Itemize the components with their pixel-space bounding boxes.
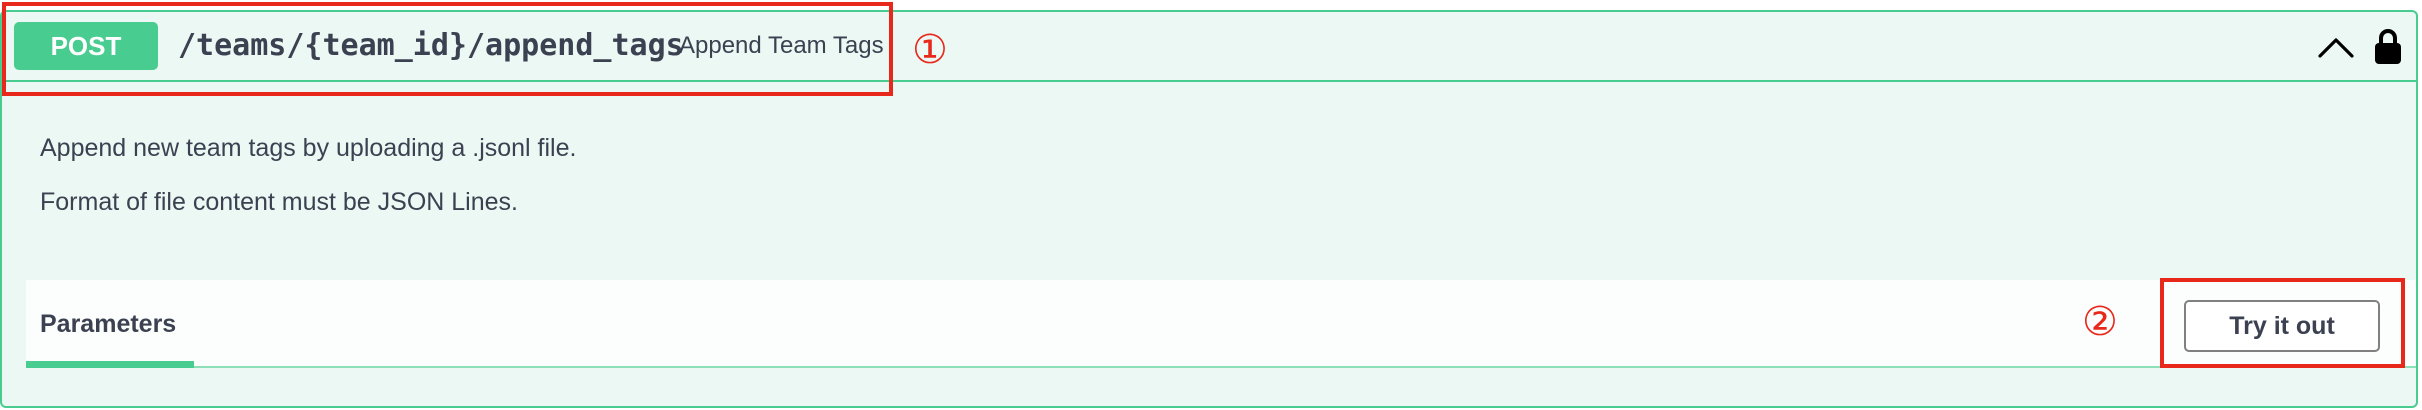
operation-summary-text: Append Team Tags [679, 32, 884, 59]
parameters-section-header: Parameters Try it out [26, 280, 2416, 368]
tab-parameters[interactable]: Parameters [40, 280, 176, 368]
annotation-marker-1: ① [912, 27, 948, 73]
annotation-marker-2: ② [2082, 299, 2118, 345]
operation-description: Append new team tags by uploading a .jso… [40, 130, 576, 220]
description-line: Append new team tags by uploading a .jso… [40, 134, 577, 162]
method-badge: POST [14, 22, 158, 70]
chevron-up-icon[interactable] [2316, 28, 2356, 68]
endpoint-path: /teams/{team_id}/append_tags [178, 28, 684, 63]
try-it-out-button[interactable]: Try it out [2184, 300, 2380, 352]
operation-summary[interactable]: POST /teams/{team_id}/append_tags Append… [2, 12, 2416, 82]
active-tab-indicator [26, 361, 194, 368]
lock-icon[interactable] [2372, 26, 2404, 66]
operation-block: POST /teams/{team_id}/append_tags Append… [0, 10, 2418, 408]
tab-parameters-label: Parameters [40, 310, 177, 338]
description-line: Format of file content must be JSON Line… [40, 188, 518, 216]
